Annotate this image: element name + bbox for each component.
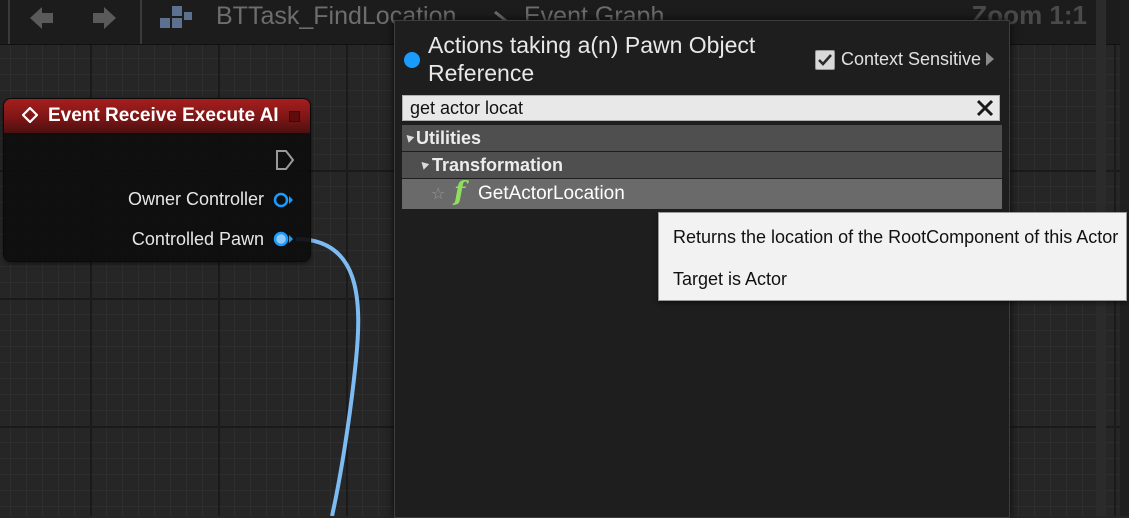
node-title: Event Receive Execute AI xyxy=(48,105,279,126)
node-header[interactable]: Event Receive Execute AI xyxy=(4,99,310,133)
context-sensitive-label[interactable]: Context Sensitive xyxy=(841,49,981,70)
context-sensitive-checkbox[interactable] xyxy=(815,50,835,70)
category-transformation[interactable]: Transformation xyxy=(402,152,1002,178)
pin-label-owner-controller: Owner Controller xyxy=(127,189,264,209)
favorite-star-icon[interactable]: ☆ xyxy=(431,184,445,204)
tooltip-description: Returns the location of the RootComponen… xyxy=(673,227,1119,247)
forward-arrow-icon[interactable] xyxy=(90,4,120,32)
tooltip-target: Target is Actor xyxy=(673,269,788,289)
clear-search-icon[interactable] xyxy=(975,98,995,118)
action-tooltip: Returns the location of the RootComponen… xyxy=(658,212,1127,301)
action-item-label: GetActorLocation xyxy=(478,183,625,204)
search-input[interactable]: get actor locat xyxy=(402,95,1000,121)
expand-triangle-icon[interactable] xyxy=(403,132,415,143)
event-diamond-icon xyxy=(22,107,38,123)
pin-label-controlled-pawn: Controlled Pawn xyxy=(131,229,264,249)
controlled-pawn-pin[interactable] xyxy=(273,230,295,248)
divider xyxy=(140,0,142,44)
category-label: Transformation xyxy=(432,155,564,175)
context-expand-arrow-icon[interactable] xyxy=(986,52,994,66)
exec-output-pin[interactable] xyxy=(275,149,295,171)
category-utilities[interactable]: Utilities xyxy=(402,125,1002,151)
owner-controller-pin[interactable] xyxy=(273,191,295,209)
event-node[interactable]: Event Receive Execute AI Owner Controlle… xyxy=(4,99,310,261)
category-label: Utilities xyxy=(416,128,482,148)
pawn-type-icon xyxy=(404,52,420,68)
search-input-value: get actor locat xyxy=(410,98,524,118)
blueprint-icon xyxy=(160,6,192,28)
expand-triangle-icon[interactable] xyxy=(418,159,430,170)
back-arrow-icon[interactable] xyxy=(26,4,56,32)
menu-title: Actions taking a(n) Pawn Object Referenc… xyxy=(428,32,756,86)
function-icon: f xyxy=(454,177,466,207)
divider xyxy=(8,0,10,44)
action-item-getactorlocation[interactable]: ☆ f GetActorLocation xyxy=(402,177,1002,209)
stop-icon xyxy=(289,111,300,122)
checkmark-icon xyxy=(818,54,832,66)
